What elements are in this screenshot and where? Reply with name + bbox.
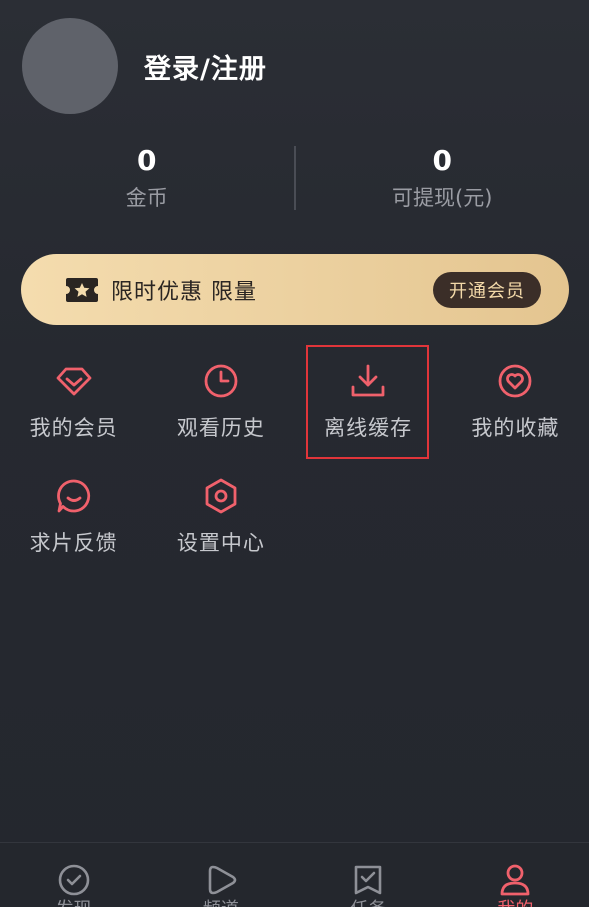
heart-icon	[495, 361, 535, 401]
login-register-link[interactable]: 登录/注册	[144, 47, 267, 86]
stat-coins-value: 0	[137, 144, 157, 177]
diamond-icon	[54, 361, 94, 401]
stat-coins[interactable]: 0 金币	[0, 143, 294, 213]
settings-icon	[201, 476, 241, 516]
ticket-star-icon	[65, 277, 99, 303]
menu-item-offline-cache[interactable]: 离线缓存	[295, 345, 442, 460]
menu-item-label: 我的收藏	[471, 416, 560, 440]
nav-label: 频道	[203, 899, 239, 907]
stat-coins-label: 金币	[125, 186, 168, 210]
profile-header[interactable]: 登录/注册	[22, 18, 267, 114]
compass-icon	[57, 863, 91, 897]
menu-item-settings[interactable]: 设置中心	[147, 460, 294, 575]
menu-item-label: 离线缓存	[324, 416, 413, 440]
menu-item-membership[interactable]: 我的会员	[0, 345, 147, 460]
menu-grid: 我的会员 观看历史 离线缓存 我的收藏 求片反馈 设置中心	[0, 345, 589, 575]
nav-item-mine[interactable]: 我的	[442, 843, 589, 907]
menu-item-label: 我的会员	[29, 416, 118, 440]
menu-item-request-feedback[interactable]: 求片反馈	[0, 460, 147, 575]
vip-promo-banner[interactable]: 限时优惠 限量 开通会员	[21, 254, 569, 325]
menu-item-favorites[interactable]: 我的收藏	[442, 345, 589, 460]
nav-label: 我的	[497, 899, 533, 907]
nav-item-tasks[interactable]: 任务	[295, 843, 442, 907]
nav-item-channels[interactable]: 频道	[147, 843, 294, 907]
nav-label: 任务	[350, 899, 386, 907]
download-icon	[348, 361, 388, 401]
menu-row: 求片反馈 设置中心	[0, 460, 589, 575]
stat-withdrawable-value: 0	[432, 144, 452, 177]
nav-label: 发现	[56, 899, 92, 907]
menu-item-label: 求片反馈	[29, 531, 118, 555]
user-icon	[498, 863, 532, 897]
open-vip-button[interactable]: 开通会员	[433, 271, 541, 308]
menu-item-label: 设置中心	[176, 531, 265, 555]
bottom-nav: 发现 频道 任务	[0, 842, 589, 907]
chat-smile-icon	[54, 476, 94, 516]
nav-item-discover[interactable]: 发现	[0, 843, 147, 907]
stat-withdrawable[interactable]: 0 可提现(元)	[296, 143, 589, 213]
stats-bar: 0 金币 0 可提现(元)	[0, 138, 589, 218]
stat-withdrawable-label: 可提现(元)	[392, 186, 493, 210]
profile-page: 登录/注册 0 金币 0 可提现(元) 限时优惠 限量 开通会员 我的会员 观看…	[0, 0, 589, 907]
clock-icon	[201, 361, 241, 401]
menu-item-label: 观看历史	[176, 416, 265, 440]
menu-row: 我的会员 观看历史 离线缓存 我的收藏	[0, 345, 589, 460]
promo-text: 限时优惠 限量	[111, 279, 257, 305]
task-icon	[351, 863, 385, 897]
menu-item-history[interactable]: 观看历史	[147, 345, 294, 460]
avatar[interactable]	[22, 18, 118, 114]
play-icon	[204, 863, 238, 897]
